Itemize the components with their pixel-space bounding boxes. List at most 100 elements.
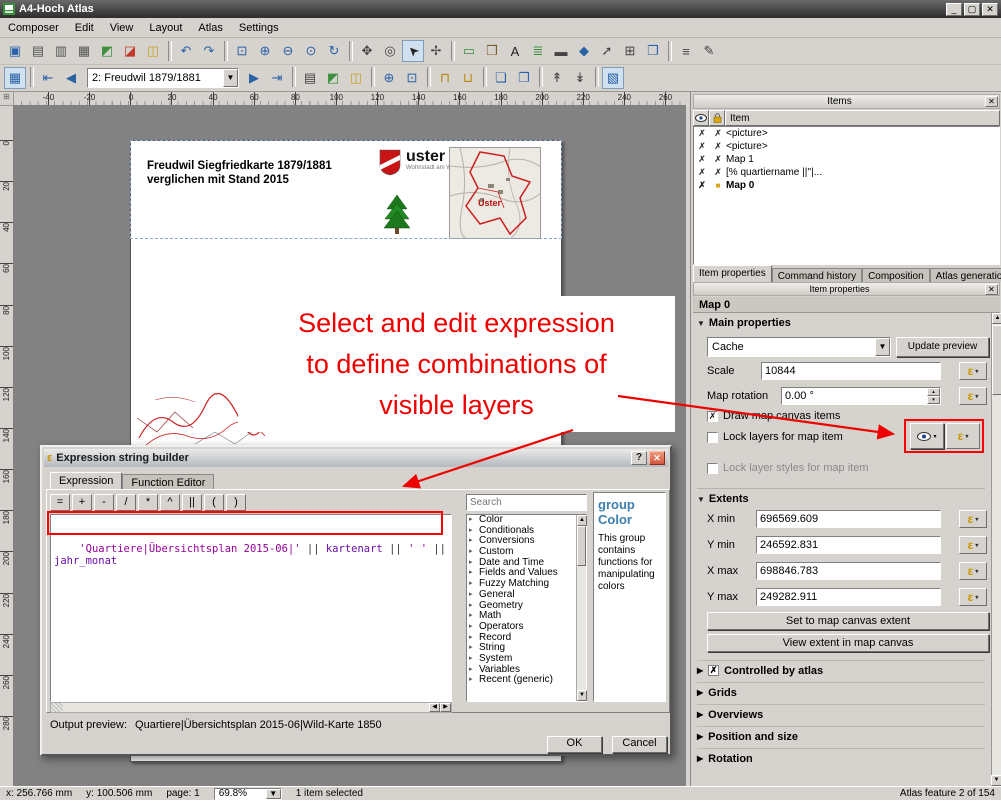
scroll-down-icon[interactable]: ▼ [577, 690, 587, 701]
lock-column-header[interactable] [709, 110, 725, 126]
zoom-full-button[interactable]: ⊡ [231, 40, 253, 62]
print-atlas-button[interactable]: ▤ [299, 67, 321, 89]
visible-layers-button[interactable]: ▾ [910, 423, 944, 449]
extent-expression-button[interactable]: ε▾ [959, 562, 987, 580]
extent-input[interactable] [756, 562, 941, 580]
operator-button[interactable]: ^ [160, 494, 180, 511]
section-grids[interactable]: ▶ Grids [697, 682, 985, 702]
search-input[interactable] [466, 494, 587, 511]
maximize-button[interactable]: ▢ [964, 3, 980, 16]
extents-section[interactable]: ▼ Extents [697, 488, 985, 505]
item-options-button[interactable]: ✎ [698, 40, 720, 62]
section-rotation[interactable]: ▶ Rotation [697, 748, 985, 768]
scroll-right-icon[interactable]: ▶ [440, 703, 451, 712]
export-as-svg-button[interactable]: ◫ [142, 40, 164, 62]
redo-button[interactable]: ↷ [198, 40, 220, 62]
ungroup-items-button[interactable]: ❐ [513, 67, 535, 89]
view-extent-in-map-canvas-button[interactable]: View extent in map canvas [707, 634, 989, 652]
set-to-map-canvas-extent-button[interactable]: Set to map canvas extent [707, 612, 989, 630]
operator-button[interactable]: = [50, 494, 70, 511]
item-visibility-checkbox[interactable]: ✗ [694, 141, 710, 152]
unlock-all-items-button[interactable]: ⊔ [457, 67, 479, 89]
lock-selected-items-button[interactable]: ⊓ [434, 67, 456, 89]
main-properties-section[interactable]: ▼ Main properties [697, 317, 791, 329]
add-shape-button[interactable]: ◆ [573, 40, 595, 62]
operator-button[interactable]: ) [226, 494, 246, 511]
save-project-button[interactable]: ▣ [4, 40, 26, 62]
lower-selected-items-button[interactable]: ↡ [569, 67, 591, 89]
rotation-spinner[interactable]: ▴ ▾ [927, 388, 940, 404]
item-visibility-checkbox[interactable]: ✗ [694, 128, 710, 139]
close-icon[interactable]: ✕ [985, 284, 998, 295]
extent-expression-button[interactable]: ε▾ [959, 510, 987, 528]
section-position-and-size[interactable]: ▶ Position and size [697, 726, 985, 746]
chevron-down-icon[interactable]: ▼ [223, 69, 238, 87]
close-icon[interactable]: ✕ [985, 96, 998, 107]
section-overviews[interactable]: ▶ Overviews [697, 704, 985, 724]
add-label-button[interactable]: A [504, 40, 526, 62]
tab-command-history[interactable]: Command history [772, 268, 862, 282]
zoom-to-feature-button[interactable]: ⊕ [378, 67, 400, 89]
item-column-header[interactable]: Item [725, 110, 1000, 126]
item-lock-checkbox[interactable]: ✗ [710, 141, 726, 152]
zoom-to-selection-button[interactable]: ⊡ [401, 67, 423, 89]
add-image-button[interactable]: ❒ [481, 40, 503, 62]
scroll-up-icon[interactable]: ▲ [577, 515, 587, 526]
atlas-first-feature-button[interactable]: ⇤ [37, 67, 59, 89]
operator-button[interactable]: - [94, 494, 114, 511]
section-controlled-by-atlas[interactable]: ▶ ✗ Controlled by atlas [697, 660, 985, 680]
menu-edit[interactable]: Edit [67, 19, 102, 37]
cache-dropdown[interactable]: Cache ▼ [707, 337, 891, 357]
operator-button[interactable]: ( [204, 494, 224, 511]
cancel-button[interactable]: Cancel [612, 736, 667, 753]
item-row[interactable]: ✗ ■ Map 0 [694, 179, 999, 192]
export-atlas-as-image-button[interactable]: ◩ [322, 67, 344, 89]
export-as-image-button[interactable]: ◩ [96, 40, 118, 62]
group-items-button[interactable]: ❏ [490, 67, 512, 89]
dialog-close-button[interactable]: ✕ [649, 451, 665, 465]
tab-atlas-generation[interactable]: Atlas generation [930, 268, 1001, 282]
atlas-previous-feature-button[interactable]: ◀ [60, 67, 82, 89]
item-row[interactable]: ✗ ✗ Map 1 [694, 153, 999, 166]
atlas-next-feature-button[interactable]: ▶ [243, 67, 265, 89]
close-button[interactable]: ✕ [982, 3, 998, 16]
chevron-down-icon[interactable]: ▼ [875, 338, 890, 356]
update-preview-button[interactable]: Update preview [896, 337, 989, 357]
tab-item-properties[interactable]: Item properties [693, 265, 772, 282]
item-visibility-checkbox[interactable]: ✗ [694, 167, 710, 178]
menu-settings[interactable]: Settings [231, 19, 287, 37]
scrollbar-thumb[interactable] [577, 526, 586, 566]
item-lock-checkbox[interactable]: ✗ [710, 167, 726, 178]
refresh-view-button[interactable]: ↻ [323, 40, 345, 62]
section-checkbox[interactable]: ✗ [708, 665, 719, 676]
scroll-up-icon[interactable]: ▲ [992, 313, 1001, 324]
pan-tool-button[interactable]: ✥ [356, 40, 378, 62]
operator-button[interactable]: + [72, 494, 92, 511]
tree-scrollbar[interactable]: ▲ ▼ [576, 515, 586, 701]
lock-layers-checkbox[interactable] [707, 432, 718, 443]
atlas-settings-button[interactable]: ▧ [602, 67, 624, 89]
spin-up-icon[interactable]: ▴ [927, 388, 940, 396]
atlas-preview-toggle[interactable]: ▦ [4, 67, 26, 89]
new-composition-button[interactable]: ▤ [27, 40, 49, 62]
export-atlas-as-svg-button[interactable]: ◫ [345, 67, 367, 89]
atlas-last-feature-button[interactable]: ⇥ [266, 67, 288, 89]
panel-scrollbar[interactable]: ▲ ▼ [991, 313, 1001, 786]
scale-expression-button[interactable]: ε▾ [959, 362, 987, 380]
scale-input[interactable] [761, 362, 941, 380]
expression-editor[interactable]: 'Quartiere|Übersichtsplan 2015-06|' || k… [50, 514, 452, 702]
rotation-expression-button[interactable]: ε▾ [959, 387, 987, 405]
operator-button[interactable]: * [138, 494, 158, 511]
composer-manager-button[interactable]: ▦ [73, 40, 95, 62]
duplicate-composition-button[interactable]: ▥ [50, 40, 72, 62]
editor-horizontal-scrollbar[interactable]: ◀ ▶ [50, 702, 452, 713]
help-button[interactable]: ? [631, 451, 647, 465]
add-legend-button[interactable]: ≣ [527, 40, 549, 62]
item-visibility-checkbox[interactable]: ✗ [694, 154, 710, 165]
extent-input[interactable] [756, 536, 941, 554]
zoom-level-combo[interactable]: 69.8% ▼ [214, 788, 282, 800]
move-content-tool-button[interactable]: ✢ [425, 40, 447, 62]
map-rotation-input[interactable] [781, 387, 941, 405]
item-row[interactable]: ✗ ✗ <picture> [694, 127, 999, 140]
add-new-map-button[interactable]: ▭ [458, 40, 480, 62]
